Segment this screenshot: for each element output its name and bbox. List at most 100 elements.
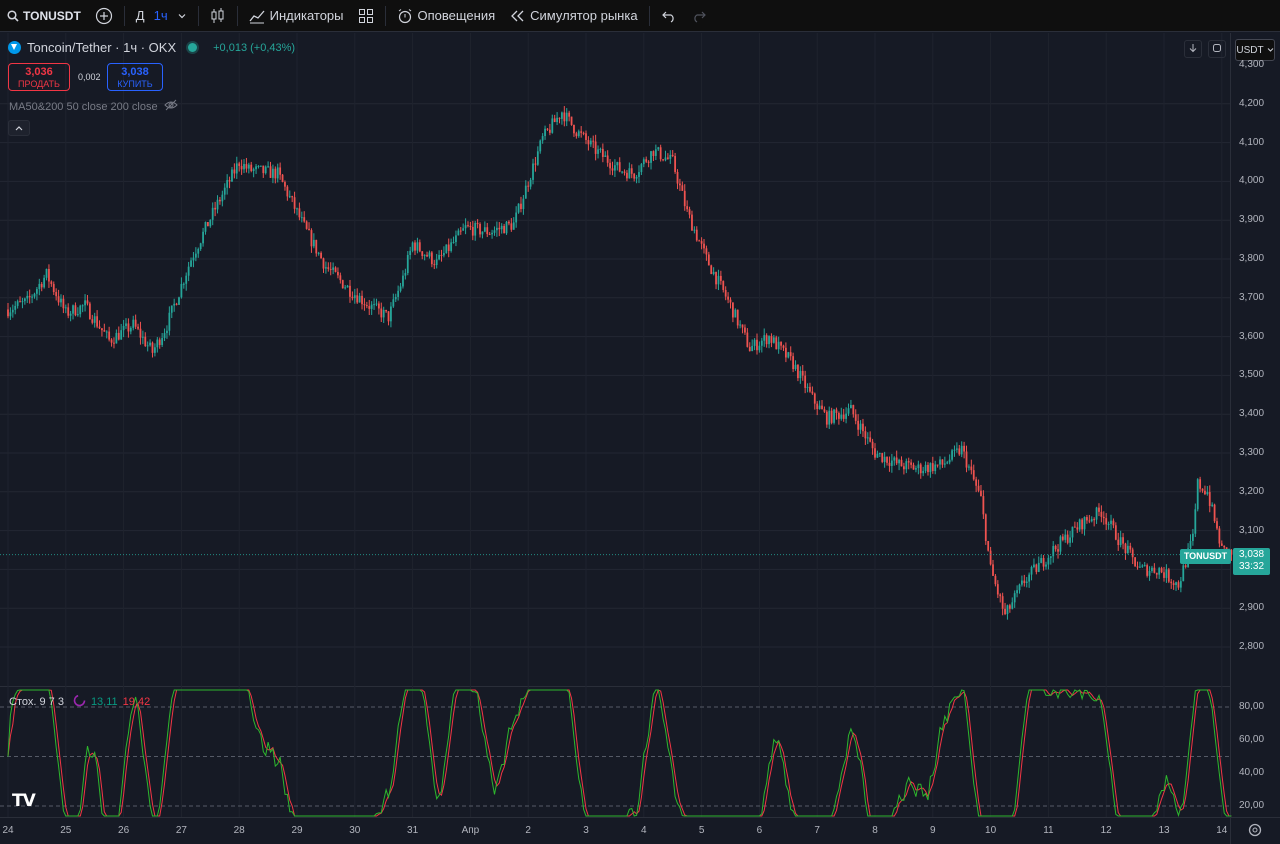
candle-body [1006,605,1009,615]
tradingview-logo[interactable]: TV [12,791,36,811]
candle-body [96,316,99,327]
candle-body [1035,564,1038,572]
candle-body [375,303,378,305]
price-tick-label: 3,800 [1239,253,1265,264]
candle-body [19,301,21,303]
candle-body [21,301,24,303]
chevron-down-icon [1267,45,1274,56]
buy-button[interactable]: 3,038 КУПИТЬ [107,63,163,91]
download-button[interactable] [1184,40,1202,58]
currency-unit-select[interactable]: USDT [1235,39,1275,61]
candle-body [67,307,70,316]
eye-hidden-icon[interactable] [163,99,178,114]
time-tick-label: 5 [698,825,705,836]
candle-body [594,141,597,154]
sell-button[interactable]: 3,036 ПРОДАТЬ [8,63,70,91]
candle-body [744,327,746,333]
candle-body [495,227,498,231]
time-tick-label: 12 [1100,825,1112,836]
price-tick-label: 4,200 [1239,97,1265,109]
candle-body [1208,492,1211,506]
candle-body [878,453,881,455]
candle-body [1151,567,1153,571]
candle-body [91,319,94,323]
candle-body [105,331,108,333]
collapse-legend-button[interactable] [8,120,30,136]
candle-body [835,409,838,414]
candle-body [1134,557,1136,567]
candle-body [903,466,905,470]
candle-body [1102,516,1105,519]
candle-body [385,309,388,312]
candle-body [445,244,448,254]
candle-body [854,414,857,421]
candle-body [929,463,932,473]
candle-body [984,514,987,542]
candle-body [1155,572,1158,575]
candle-body [1086,517,1088,521]
candle-body [414,242,416,251]
candle-body [40,283,43,288]
candle-body [134,319,137,327]
candle-body [430,252,433,265]
candle-body [185,275,188,284]
candle-body [81,305,84,307]
market-status-icon[interactable] [188,43,198,52]
candle-body [276,167,279,179]
candle-body [361,295,363,305]
candle-body [291,196,294,198]
candle-body [144,336,147,347]
candle-body [1112,520,1115,526]
time-tick-label: 10 [985,825,997,836]
candle-body [11,309,14,313]
candle-body [703,243,705,249]
candle-body [363,304,366,306]
candle-body [158,339,161,345]
candle-body [734,309,737,318]
candle-body [1013,593,1016,603]
candle-body [194,253,197,258]
candle-body [1028,574,1031,582]
candle-body [139,328,142,338]
candle-body [397,290,400,297]
stoch-legend[interactable]: Стох. 9 7 3 13,11 19,42 [9,694,150,710]
time-axis-border [0,817,1280,818]
candle-body [329,268,332,270]
fullscreen-button[interactable] [1208,40,1226,58]
candle-body [722,280,725,290]
price-tick-label: 3,500 [1239,369,1265,381]
candle-body [255,166,257,170]
candle-body [818,405,821,409]
candle-body [440,254,443,256]
candle-body [695,229,698,241]
candle-body [784,347,787,358]
candle-body [238,163,241,166]
candle-body [137,326,139,329]
candle-body [346,285,349,288]
candle-body [532,163,534,180]
candle-body [1008,605,1011,609]
time-tick-label: 8 [872,825,878,836]
candle-body [915,468,917,470]
ma-indicator-legend[interactable]: MA50&200 50 close 200 close [9,99,178,114]
candle-body [1066,534,1069,543]
candle-body [640,164,643,173]
candle-body [55,292,58,297]
time-tick-label: 27 [175,825,187,836]
candle-body [1129,545,1132,550]
price-chart[interactable] [0,0,1280,844]
candle-body [1148,570,1151,576]
candle-body [965,451,968,468]
candle-body [527,185,530,187]
candle-body [1042,558,1045,567]
candle-body [830,410,833,423]
candle-body [724,289,727,297]
candle-body [804,375,807,388]
chart-settings-button[interactable] [1247,822,1263,843]
candle-body [274,168,277,179]
stoch-k-value: 13,11 [90,696,118,708]
candle-body [1083,517,1086,530]
candle-body [866,437,869,439]
pane-separator[interactable] [0,686,1230,687]
candle-body [341,280,344,289]
